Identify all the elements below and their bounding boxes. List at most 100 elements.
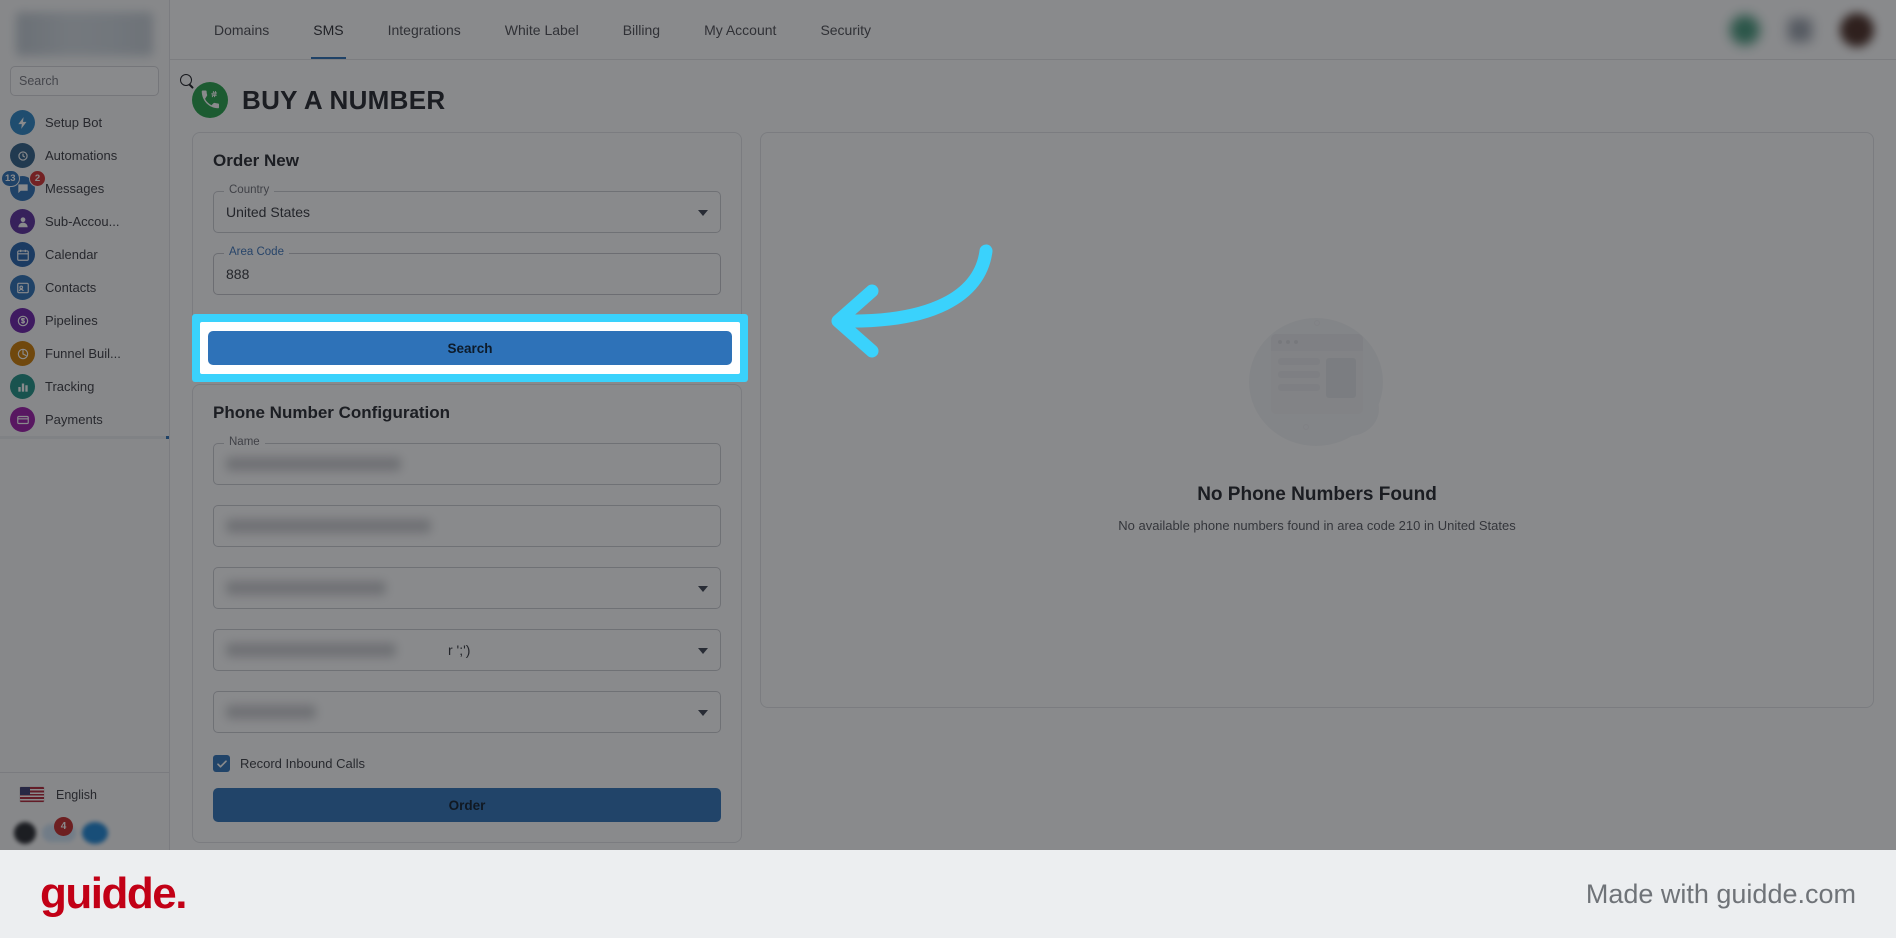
- sidebar-item-contacts[interactable]: Contacts: [0, 271, 169, 304]
- name-label: Name: [224, 436, 265, 448]
- top-navigation: Domains SMS Integrations White Label Bil…: [170, 0, 1896, 60]
- config-select-5-redacted: [226, 705, 316, 719]
- phone-config-card: Phone Number Configuration Name r ';') R…: [192, 384, 742, 843]
- sidebar-item-label: Setup Bot: [45, 115, 103, 130]
- tab-security[interactable]: Security: [798, 0, 893, 59]
- sidebar-item-sub-accounts[interactable]: Sub-Accou...: [0, 205, 169, 238]
- left-column: Order New Country United States Area Cod…: [192, 132, 742, 843]
- config-select-4-redacted: [226, 643, 396, 657]
- tab-sms[interactable]: SMS: [291, 0, 365, 59]
- name-input[interactable]: Name: [213, 436, 721, 485]
- chevron-down-icon: [698, 648, 708, 654]
- tab-billing[interactable]: Billing: [601, 0, 682, 59]
- illustration-window-body: [1271, 351, 1363, 405]
- search-icon: [180, 73, 195, 89]
- language-label: English: [56, 787, 97, 802]
- sidebar-item-payments[interactable]: Payments: [0, 403, 169, 436]
- order-button[interactable]: Order: [213, 788, 721, 822]
- sidebar-item-label: Automations: [45, 148, 118, 163]
- avatar[interactable]: [1840, 13, 1874, 47]
- funnel-icon: [10, 341, 35, 366]
- guidde-logo: guidde.: [40, 869, 187, 918]
- messages-badge-primary: 13: [1, 170, 20, 187]
- tab-white-label[interactable]: White Label: [483, 0, 601, 59]
- config-select-4[interactable]: r ';'): [213, 629, 721, 671]
- search-input[interactable]: [19, 74, 180, 88]
- illustration-dot-bottom: [1303, 423, 1309, 430]
- chevron-down-icon: [698, 586, 708, 592]
- area-code-value: 888: [226, 266, 250, 282]
- guidde-footer: guidde. Made with guidde.com: [0, 850, 1896, 938]
- sidebar-item-label: Payments: [45, 412, 103, 427]
- sidebar-item-funnel-builder[interactable]: Funnel Buil...: [0, 337, 169, 370]
- sidebar-item-pipelines[interactable]: Pipelines: [0, 304, 169, 337]
- chevron-down-icon: [698, 710, 708, 716]
- calendar-icon: [10, 242, 35, 267]
- sidebar-search[interactable]: [10, 66, 192, 96]
- card-icon: [10, 407, 35, 432]
- illustration-block: [1326, 357, 1356, 398]
- top-right-actions: [1730, 0, 1874, 60]
- illustration-window-bar: [1271, 333, 1363, 351]
- made-with-guidde-text: Made with guidde.com: [1585, 878, 1856, 909]
- phone-config-title: Phone Number Configuration: [213, 403, 451, 422]
- bolt-icon: [10, 110, 35, 135]
- sidebar-item-calendar[interactable]: Calendar: [0, 238, 169, 271]
- config-select-3[interactable]: [213, 567, 721, 609]
- messages-badge-alert: 2: [29, 170, 46, 187]
- bar-chart-icon: [10, 374, 35, 399]
- tab-domains[interactable]: Domains: [192, 0, 291, 59]
- apps-grid-icon[interactable]: [1788, 18, 1812, 42]
- chat-icon: 13 2: [1, 170, 46, 201]
- widget-dark-icon[interactable]: [14, 822, 36, 844]
- sidebar-item-tracking[interactable]: Tracking: [0, 370, 169, 403]
- sidebar-item-label: Calendar: [45, 247, 98, 262]
- name-value-redacted: [226, 457, 401, 471]
- country-label: Country: [224, 184, 275, 196]
- sidebar-item-messages[interactable]: 13 2 Messages: [0, 170, 169, 205]
- area-code-input[interactable]: Area Code 888: [213, 246, 721, 295]
- sidebar-item-label: Tracking: [45, 379, 95, 394]
- config-field-2[interactable]: [213, 505, 721, 547]
- page-header: BUY A NUMBER: [170, 60, 1896, 132]
- tab-my-account[interactable]: My Account: [682, 0, 798, 59]
- sidebar-bottom-widgets[interactable]: 4: [0, 816, 169, 850]
- highlight-inner: Search: [200, 322, 740, 374]
- automation-icon: [10, 143, 35, 168]
- contact-card-icon: [10, 275, 35, 300]
- sidebar-item-label: Pipelines: [45, 313, 98, 328]
- screenshot-root: Setup Bot Automations 13 2 Messages: [0, 0, 1896, 938]
- sidebar-item-setup-bot[interactable]: Setup Bot: [0, 106, 169, 139]
- sidebar: Setup Bot Automations 13 2 Messages: [0, 0, 192, 850]
- record-inbound-calls-row[interactable]: Record Inbound Calls: [213, 755, 721, 772]
- illustration-line: [1278, 370, 1320, 378]
- empty-state-title: No Phone Numbers Found: [1197, 483, 1437, 505]
- country-value: United States: [226, 204, 311, 220]
- record-inbound-calls-label: Record Inbound Calls: [240, 756, 366, 771]
- widget-support-icon[interactable]: [82, 822, 108, 844]
- sidebar-nav: Setup Bot Automations 13 2 Messages Sub-…: [0, 106, 169, 439]
- highlighted-search-button[interactable]: Search: [208, 331, 732, 365]
- page-title: BUY A NUMBER: [242, 84, 446, 115]
- language-selector[interactable]: English: [0, 772, 169, 816]
- workspace-logo: [16, 12, 153, 56]
- right-column: No Phone Numbers Found No available phon…: [760, 132, 1874, 708]
- chevron-down-icon: [698, 210, 708, 216]
- sidebar-item-settings[interactable]: Settings: [0, 436, 169, 439]
- application-surface: Setup Bot Automations 13 2 Messages: [0, 0, 1896, 850]
- sidebar-item-automations[interactable]: Automations: [0, 139, 169, 172]
- notification-badge: 4: [54, 817, 73, 836]
- sidebar-item-label: Sub-Accou...: [45, 214, 120, 229]
- country-select[interactable]: Country United States: [213, 184, 721, 233]
- tab-integrations[interactable]: Integrations: [366, 0, 483, 59]
- area-code-label: Area Code: [224, 246, 289, 258]
- window-dot: [1278, 340, 1282, 344]
- config-select-3-redacted: [226, 581, 386, 595]
- whatsapp-icon[interactable]: [1730, 15, 1760, 45]
- config-select-4-value: r ';'): [448, 642, 471, 658]
- illustration-lines: [1278, 357, 1320, 398]
- record-inbound-calls-checkbox[interactable]: [213, 755, 230, 772]
- dollar-icon: [10, 308, 35, 333]
- config-select-5[interactable]: [213, 691, 721, 733]
